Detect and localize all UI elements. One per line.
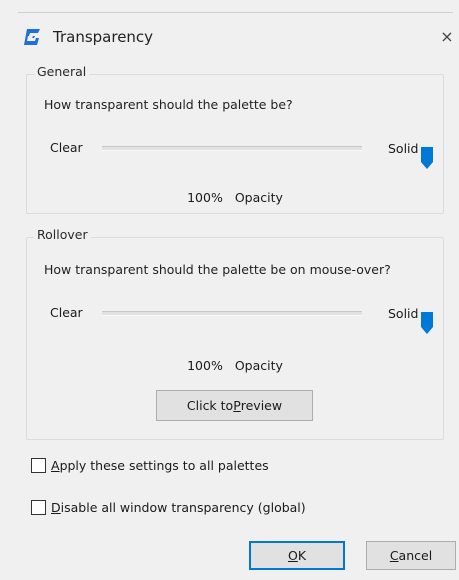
rollover-group-label: Rollover xyxy=(34,227,91,242)
rollover-slider-thumb[interactable] xyxy=(420,311,434,335)
general-clear-label: Clear xyxy=(50,140,83,155)
general-opacity-value: 100% xyxy=(187,190,223,205)
rollover-question: How transparent should the palette be on… xyxy=(44,262,391,277)
general-group: General How transparent should the palet… xyxy=(26,64,444,214)
apply-all-checkbox[interactable] xyxy=(31,458,46,473)
general-slider-thumb[interactable] xyxy=(420,146,434,170)
transparency-dialog: Transparency × General How transparent s… xyxy=(0,0,459,580)
rollover-slider-row: Clear Solid xyxy=(26,298,444,334)
disable-global-checkbox[interactable] xyxy=(31,500,46,515)
rollover-opacity-label: Opacity xyxy=(234,358,283,373)
cancel-button[interactable]: Cancel xyxy=(366,541,456,570)
general-solid-label: Solid xyxy=(388,141,419,156)
rollover-opacity-readout: 100% Opacity xyxy=(26,358,444,373)
top-divider xyxy=(18,12,453,13)
dialog-title: Transparency xyxy=(53,28,154,46)
general-group-label: General xyxy=(34,64,90,79)
gstarcad-g-icon xyxy=(24,29,40,45)
ok-button[interactable]: OK xyxy=(249,541,345,570)
click-to-preview-button[interactable]: Click to Preview xyxy=(156,390,313,421)
rollover-transparency-slider[interactable] xyxy=(102,311,433,334)
rollover-opacity-value: 100% xyxy=(187,358,223,373)
disable-global-label[interactable]: Disable all window transparency (global) xyxy=(51,500,306,515)
rollover-group: Rollover How transparent should the pale… xyxy=(26,227,444,440)
title-bar: Transparency × xyxy=(0,22,459,54)
close-icon: × xyxy=(440,27,454,46)
apply-all-label[interactable]: Apply these settings to all palettes xyxy=(51,458,269,473)
rollover-clear-label: Clear xyxy=(50,305,83,320)
general-transparency-slider[interactable] xyxy=(102,146,433,169)
general-opacity-readout: 100% Opacity xyxy=(26,190,444,205)
general-slider-row: Clear Solid xyxy=(26,133,444,169)
general-opacity-label: Opacity xyxy=(234,190,283,205)
close-button[interactable]: × xyxy=(438,26,456,48)
rollover-solid-label: Solid xyxy=(388,306,419,321)
general-question: How transparent should the palette be? xyxy=(44,97,293,112)
